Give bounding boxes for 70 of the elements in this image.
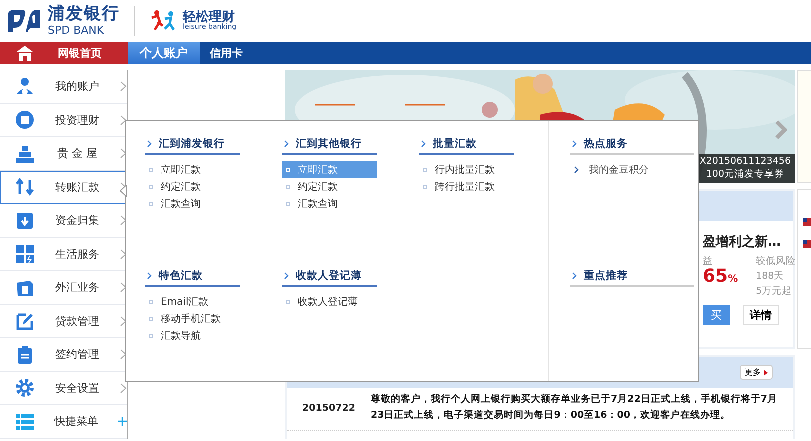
stop-icon: [15, 110, 35, 130]
menu-link[interactable]: 约定汇款: [282, 178, 377, 195]
runners-icon: [149, 10, 177, 32]
rate-value: 65%: [703, 270, 738, 287]
grid-bolt-icon: [15, 244, 35, 264]
chevron-icon: [120, 316, 127, 327]
home-nav-link[interactable]: 网银首页: [0, 42, 128, 64]
product-term: 188天: [756, 270, 786, 284]
menu-group-heading: 汇到其他银行: [282, 135, 377, 155]
transfer-arrows-icon: [15, 177, 35, 198]
chevron-icon: [572, 140, 577, 148]
chevron-icon: [147, 272, 152, 280]
menu-group-heading: 汇到浦发银行: [145, 135, 240, 155]
menu-link[interactable]: Email汇款: [145, 293, 240, 310]
plus-icon: [118, 417, 127, 426]
more-button[interactable]: 更多: [740, 365, 773, 380]
chevron-icon: [120, 215, 127, 226]
chevron-icon: [284, 140, 289, 148]
bank-name: 浦发银行: [48, 6, 120, 23]
flag-icon: [803, 240, 811, 248]
home-icon: [16, 45, 34, 61]
nav-tab[interactable]: 信用卡: [200, 42, 253, 64]
sidebar-item[interactable]: 安全设置: [0, 372, 127, 405]
menu-group-heading: 特色汇款: [145, 267, 240, 287]
chevron-icon: [120, 148, 127, 160]
menu-link[interactable]: 约定汇款: [145, 178, 240, 195]
menu-group-heading: 热点服务: [570, 135, 694, 155]
list-icon: [15, 412, 35, 432]
menu-group-heading: 重点推荐: [570, 267, 694, 287]
person-icon: [15, 76, 35, 97]
chevron-icon: [120, 349, 127, 360]
sidebar-item[interactable]: 转账汇款: [0, 170, 128, 204]
chevron-icon: [421, 140, 426, 148]
caret-icon: [764, 370, 768, 376]
menu-link[interactable]: 汇款查询: [282, 195, 377, 212]
menu-link[interactable]: 立即汇款: [145, 161, 240, 178]
chevron-icon: [120, 248, 127, 260]
bank-name-english: SPD BANK: [48, 25, 106, 36]
menu-group-heading: 批量汇款: [419, 135, 514, 155]
download-box-icon: [15, 210, 35, 231]
menu-link[interactable]: 汇款查询: [145, 195, 240, 212]
menu-link[interactable]: 我的金豆积分: [570, 161, 694, 178]
menu-link[interactable]: 移动手机汇款: [145, 310, 240, 327]
menu-link[interactable]: 行内批量汇款: [419, 161, 514, 178]
yield-label: 益: [703, 255, 714, 268]
menu-link[interactable]: 收款人登记薄: [282, 293, 377, 310]
chevron-icon: [284, 272, 289, 280]
chevron-icon: [147, 140, 152, 148]
product-title: 盈增利之新…: [703, 234, 782, 251]
risk-level: 较低风险: [756, 255, 796, 269]
chevron-icon: [120, 282, 127, 294]
gear-icon: [15, 378, 35, 398]
bank-logo-icon: [6, 8, 42, 34]
sidebar-item[interactable]: 我的账户: [0, 70, 127, 104]
flag-icon: [803, 218, 811, 226]
minimum-amount: 5万元起: [756, 285, 794, 299]
nav-tab[interactable]: 个人账户: [128, 42, 200, 64]
stack-icon: [15, 144, 35, 164]
pencil-note-icon: [15, 311, 35, 332]
sidebar-item[interactable]: 快捷菜单: [0, 405, 127, 438]
menu-group-heading: 收款人登记薄: [282, 267, 377, 287]
details-button[interactable]: 详情: [743, 305, 779, 325]
notice-text: 尊敬的客户，我行个人网上银行购买大额存单业务已于7月22日正式上线，手机银行将于7月23日正式上线，电子渠道交易时间为每日9：00至16：00，欢迎客户在线办理。: [371, 392, 778, 423]
notice-date: 20150722: [302, 402, 356, 414]
chevron-icon: [574, 166, 579, 174]
chevron-icon: [572, 272, 577, 280]
clipboard-icon: [15, 344, 35, 365]
menu-link[interactable]: 汇款导航: [145, 327, 240, 344]
menu-link[interactable]: 跨行批量汇款: [419, 178, 514, 195]
brand-title: 轻松理财: [183, 11, 235, 24]
